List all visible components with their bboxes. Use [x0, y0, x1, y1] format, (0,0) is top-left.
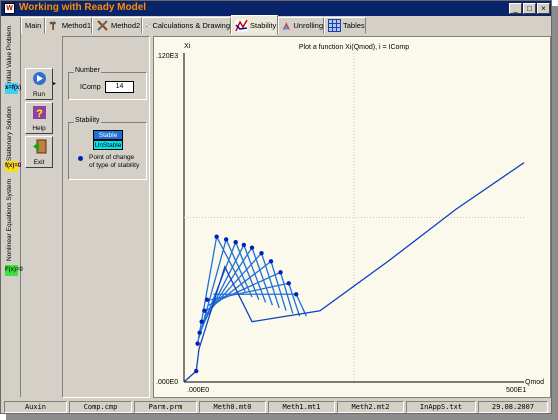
help-label: Help: [32, 125, 46, 132]
change-point-legend-line2: of type of stability: [89, 162, 140, 169]
change-point-7: [223, 237, 229, 242]
tab-calculations-drawing[interactable]: Calculations & Drawing: [142, 17, 231, 34]
run-dropdown-icon[interactable]: ▸: [53, 80, 58, 88]
initial-value-problem-icon[interactable]: x=f(x): [5, 83, 21, 94]
status-parm-file: Parm.prm: [134, 401, 197, 413]
window-title: Working with Ready Model: [19, 2, 147, 13]
side-tab-label: Nonlinear Equations System: [6, 178, 13, 261]
minimize-button[interactable]: _: [509, 3, 522, 14]
x-tick-max: 500E1: [506, 387, 526, 394]
chart: Plot a function Xi(Qmod), i = IComp Xi .…: [156, 43, 544, 394]
status-meth1-file: Meth1.mt1: [268, 401, 335, 413]
graph-icon: [146, 23, 151, 28]
number-group-title: Number: [74, 67, 101, 74]
title-bar[interactable]: W Working with Ready Model _ □ ×: [1, 1, 551, 16]
app-window: W Working with Ready Model _ □ × Main Me…: [0, 0, 552, 414]
tab-label: Method2: [111, 21, 141, 30]
chart-title: Plot a function Xi(Qmod), i = IComp: [299, 44, 409, 51]
tab-label: Calculations & Drawing: [152, 21, 230, 30]
y-axis-label: Xi: [184, 43, 191, 50]
run-label: Run: [33, 91, 45, 98]
maximize-button[interactable]: □: [523, 3, 536, 14]
tab-unrolling[interactable]: Unrolling: [278, 17, 324, 34]
status-meth0-file: Meth0.mt0: [199, 401, 266, 413]
plot-area[interactable]: Plot a function Xi(Qmod), i = IComp Xi .…: [153, 36, 551, 398]
icomp-field[interactable]: 14: [105, 81, 134, 93]
y-tick-max: .120E3: [156, 53, 178, 60]
close-button[interactable]: ×: [537, 3, 550, 14]
window-shadow-right: [552, 6, 558, 420]
change-point-legend-line1: Point of change: [89, 154, 135, 161]
exit-label: Exit: [33, 159, 45, 166]
unrolling-icon: [282, 22, 290, 30]
tab-method1[interactable]: Method1: [45, 17, 92, 34]
svg-text:?: ?: [36, 108, 43, 120]
change-point-11: [259, 250, 264, 256]
tab-label: Method1: [61, 21, 91, 30]
tab-label: Main: [25, 21, 42, 30]
tools-icon: [97, 20, 108, 31]
tab-label: Tables: [343, 21, 365, 30]
change-point-8: [233, 239, 238, 245]
run-button[interactable]: Run: [25, 68, 53, 100]
fan-line-0: [196, 234, 246, 344]
settings-panel: Number IComp 14 Stability Stable UnStabl…: [62, 36, 150, 398]
y-tick-min: .000E0: [156, 379, 178, 386]
change-point-4: [202, 308, 207, 313]
tab-main[interactable]: Main: [21, 17, 45, 34]
run-icon: [33, 72, 46, 85]
status-meth2-file: Meth2.mt2: [337, 401, 404, 413]
side-tab-label: Stationary Solution: [6, 106, 13, 161]
tab-stability[interactable]: Stability: [231, 15, 278, 35]
change-point-12: [268, 259, 274, 264]
change-point-9: [241, 242, 247, 248]
status-auxin: Auxin: [4, 401, 67, 413]
change-point-1: [195, 341, 200, 346]
stationary-solution-icon[interactable]: f(x)=0: [5, 161, 21, 172]
help-icon: ?: [33, 106, 46, 120]
unstable-legend-box: UnStable: [93, 140, 123, 150]
change-point-15: [294, 292, 299, 297]
side-tab-initial-value-problem[interactable]: Initial Value Problem: [4, 19, 19, 87]
change-point-marker-icon: [78, 156, 83, 161]
icomp-label: IComp: [80, 84, 101, 91]
nonlinear-equations-icon[interactable]: F(x)=0: [5, 265, 23, 276]
app-icon[interactable]: W: [4, 3, 15, 14]
table-icon: [328, 19, 341, 32]
x-tick-min: .000E0: [187, 387, 209, 394]
side-tab-stationary-solution[interactable]: Stationary Solution: [4, 97, 19, 163]
exit-icon: [33, 139, 47, 154]
change-point-3: [199, 319, 204, 324]
status-date: 29.08.2007: [478, 401, 548, 413]
fan-line-8: [210, 282, 301, 317]
side-tab-nonlinear-equations-system[interactable]: Nonlinear Equations System: [4, 175, 19, 263]
hammer-icon: [49, 21, 56, 31]
status-bar: Auxin Comp.cmp Parm.prm Meth0.mt0 Meth1.…: [1, 401, 551, 414]
change-point-10: [249, 245, 255, 250]
status-inapps-file: InAppS.txt: [406, 401, 476, 413]
change-point-2: [197, 330, 202, 335]
tab-label: Unrolling: [293, 21, 323, 30]
number-group: Number IComp 14: [68, 67, 147, 100]
exit-button[interactable]: Exit: [25, 136, 53, 168]
window-shadow-bottom: [6, 414, 558, 420]
change-point-0: [194, 368, 199, 374]
stability-group-title: Stability: [74, 117, 101, 124]
status-comp-file: Comp.cmp: [69, 401, 132, 413]
x-axis-label: Qmod: [525, 379, 544, 386]
change-point-13: [278, 270, 283, 275]
stability-group: Stability Stable UnStable Point of chang…: [68, 117, 147, 180]
change-point-14: [286, 281, 291, 286]
change-point-5: [204, 297, 210, 302]
tab-label: Stability: [250, 20, 277, 30]
side-tab-strip: Initial Value Problem x=f(x) Stationary …: [3, 17, 23, 397]
tab-method2[interactable]: Method2: [92, 17, 142, 34]
change-point-6: [214, 234, 219, 239]
tool-panel: Run ▸ ? Help Exit: [22, 36, 59, 398]
help-button[interactable]: ? Help: [25, 102, 53, 134]
tab-tables[interactable]: Tables: [324, 17, 366, 34]
stability-icon: [235, 19, 248, 31]
side-tab-label: Initial Value Problem: [6, 25, 13, 85]
stable-legend-box: Stable: [93, 130, 123, 140]
